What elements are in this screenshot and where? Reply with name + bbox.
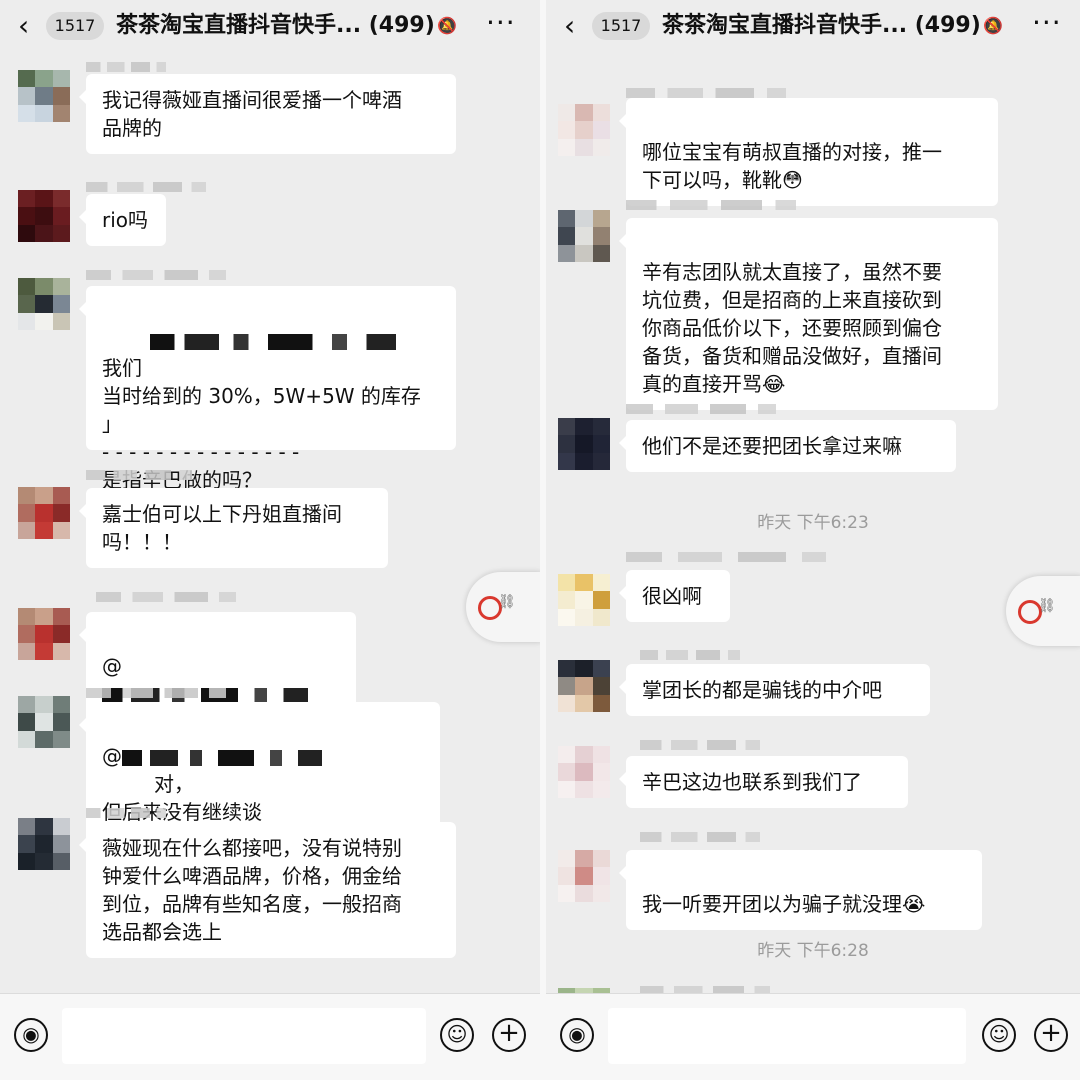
sender-nickname [626,200,796,210]
unread-badge: 1517 [46,12,104,40]
input-bar: ◉ ☺ + [546,993,1080,1080]
avatar[interactable] [558,210,610,262]
avatar[interactable] [558,850,610,902]
message-bubble[interactable]: 辛有志团队就太直接了，虽然不要 坑位费，但是招商的上来直接砍到 你商品低价以下，… [619,218,998,410]
emoji-icon[interactable]: ☺ [982,1018,1016,1052]
sender-nickname [86,62,166,72]
bell-slash-icon: 🔕 [437,16,457,35]
sender-nickname [640,650,740,660]
chat-panel-right: ‹ 1517 茶茶淘宝直播抖音快手... (499) 🔕 ··· 哪位宝宝有萌叔… [540,0,1080,1080]
message-bubble[interactable]: 我记得薇娅直播间很爱播一个啤酒 品牌的 [79,74,456,154]
chat-header: ‹ 1517 茶茶淘宝直播抖音快手... (499) 🔕 ··· [0,0,540,56]
avatar[interactable] [18,278,70,330]
timestamp: 昨天 下午6:23 [757,513,869,533]
laughing-tears-emoji-icon: 😂 [762,372,786,396]
link-icon: ⛓ [1038,598,1056,614]
unread-badge: 1517 [592,12,650,40]
sender-nickname [96,592,236,602]
chat-panel-left: ‹ 1517 茶茶淘宝直播抖音快手... (499) 🔕 ··· 我记得薇娅直播… [0,0,540,1080]
chat-header: ‹ 1517 茶茶淘宝直播抖音快手... (499) 🔕 ··· [546,0,1080,56]
ellipsis-icon[interactable]: ··· [486,6,516,39]
message-text: 我一听要开团以为骗子就没理 [642,892,902,916]
message-bubble[interactable]: 他们不是还要把团长拿过来嘛 [619,420,956,472]
avatar[interactable] [18,190,70,242]
mini-program-float-button[interactable]: ⛓ [466,572,542,642]
plus-icon[interactable]: + [492,1018,526,1052]
chevron-left-icon[interactable]: ‹ [564,12,575,40]
avatar[interactable] [18,696,70,748]
sender-nickname [86,808,166,818]
input-bar: ◉ ☺ + [0,993,540,1080]
timestamp: 昨天 下午6:28 [757,941,869,961]
avatar[interactable] [18,608,70,660]
sender-nickname [640,740,760,750]
message-bubble[interactable]: rio吗 [79,194,166,246]
voice-icon[interactable]: ◉ [560,1018,594,1052]
message-bubble[interactable]: 我们 当时给到的 30%，5W+5W 的库存 」 - - - - - - - -… [79,286,456,492]
crying-emoji-icon: 😭 [902,892,926,916]
sender-nickname [86,270,226,280]
message-bubble[interactable]: 掌团长的都是骗钱的中介吧 [619,664,930,716]
flushed-face-emoji-icon: 😳 [782,168,803,192]
message-bubble[interactable]: 薇娅现在什么都接吧，没有说特别 钟爱什么啤酒品牌，价格，佣金给 到位，品牌有些知… [79,822,456,958]
message-bubble[interactable]: 很凶啊 [619,570,730,622]
message-text: @ [102,744,122,768]
avatar[interactable] [18,487,70,539]
message-input[interactable] [62,1008,426,1064]
message-bubble[interactable]: 嘉士伯可以上下丹姐直播间 吗！！！ [79,488,388,568]
sender-nickname [640,832,760,842]
voice-icon[interactable]: ◉ [14,1018,48,1052]
message-bubble[interactable]: 哪位宝宝有萌叔直播的对接，推一 下可以吗，靴靴😳 [619,98,998,206]
avatar[interactable] [558,660,610,712]
sender-nickname [86,470,192,480]
avatar[interactable] [558,418,610,470]
message-text: @ [102,654,122,678]
avatar[interactable] [18,818,70,870]
ellipsis-icon[interactable]: ··· [1032,6,1062,39]
sender-nickname [626,404,776,414]
sender-nickname [86,688,226,698]
sender-nickname [86,182,206,192]
message-bubble[interactable]: 我一听要开团以为骗子就没理😭 [619,850,982,930]
message-bubble[interactable]: 辛巴这边也联系到我们了 [619,756,908,808]
plus-icon[interactable]: + [1034,1018,1068,1052]
sender-nickname [626,552,826,562]
redacted-mention [122,749,322,766]
link-icon: ⛓ [498,594,516,610]
avatar[interactable] [558,746,610,798]
mini-program-float-button[interactable]: ⛓ [1006,576,1080,646]
avatar[interactable] [558,574,610,626]
message-text: 辛有志团队就太直接了，虽然不要 坑位费，但是招商的上来直接砍到 你商品低价以下，… [642,260,942,396]
sender-nickname [626,88,786,98]
avatar[interactable] [558,104,610,156]
chevron-left-icon[interactable]: ‹ [18,12,29,40]
bell-slash-icon: 🔕 [983,16,1003,35]
chat-title: 茶茶淘宝直播抖音快手... (499) [662,13,981,38]
redacted-mention [150,333,396,350]
emoji-icon[interactable]: ☺ [440,1018,474,1052]
chat-title: 茶茶淘宝直播抖音快手... (499) [116,13,435,38]
avatar[interactable] [18,70,70,122]
message-input[interactable] [608,1008,966,1064]
